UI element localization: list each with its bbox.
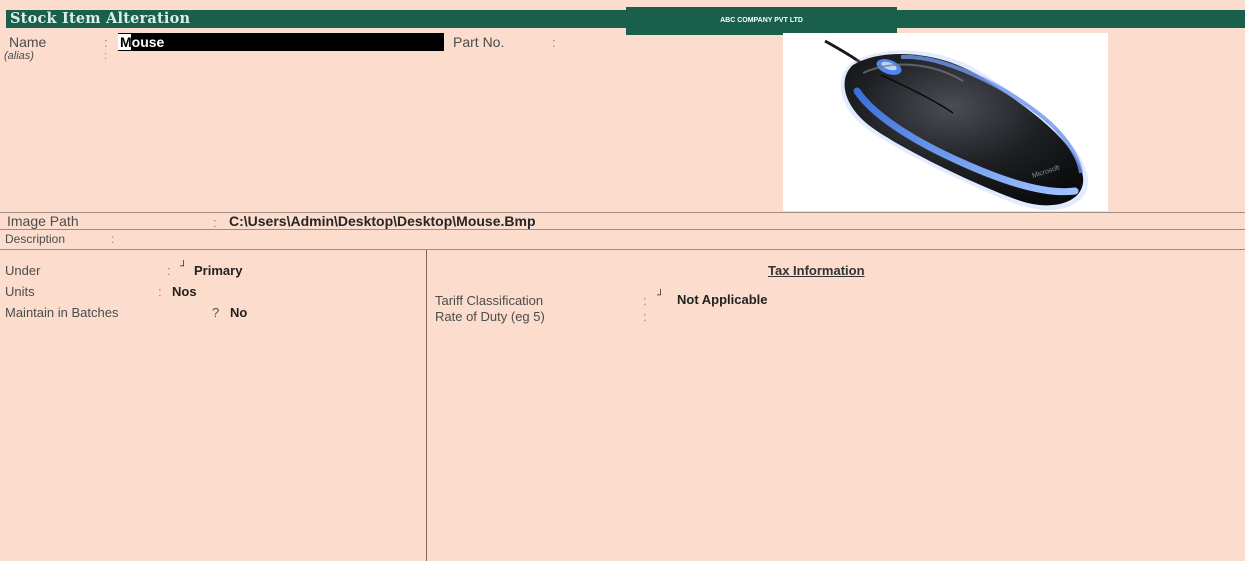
divider <box>0 212 1245 213</box>
description-label: Description <box>5 232 66 246</box>
name-input[interactable]: Mouse <box>118 33 444 51</box>
tax-information-header: Tax Information <box>768 263 865 278</box>
name-colon: : <box>104 35 108 50</box>
alias-label: (alias) <box>4 50 34 62</box>
description-colon: : <box>111 232 115 246</box>
divider <box>0 229 1245 230</box>
tariff-classification-value[interactable]: Not Applicable <box>677 292 768 307</box>
maintain-batches-label: Maintain in Batches <box>5 305 119 320</box>
name-value: Mouse <box>120 34 165 50</box>
rate-of-duty-input[interactable] <box>657 308 777 324</box>
alias-input[interactable] <box>118 51 444 66</box>
name-label: Name <box>9 34 47 50</box>
tariff-colon: : <box>643 293 647 308</box>
panel-divider <box>426 250 427 561</box>
under-value[interactable]: Primary <box>194 263 242 278</box>
maintain-batches-value[interactable]: No <box>230 305 247 320</box>
divider <box>0 249 1245 250</box>
item-image: Microsoft <box>783 33 1108 211</box>
return-arrow-icon: ┘ <box>180 261 188 272</box>
part-no-input[interactable] <box>562 34 762 51</box>
image-path-value[interactable]: C:\Users\Admin\Desktop\Desktop\Mouse.Bmp <box>229 213 536 229</box>
stock-item-alteration-screen: Stock Item Alteration ABC COMPANY PVT LT… <box>0 0 1245 561</box>
image-path-colon: : <box>213 215 217 230</box>
window-title: Stock Item Alteration <box>10 10 191 27</box>
image-path-label: Image Path <box>7 213 79 229</box>
under-label: Under <box>5 263 41 278</box>
description-input[interactable] <box>120 231 720 247</box>
rate-of-duty-colon: : <box>643 309 647 324</box>
part-no-colon: : <box>552 35 556 50</box>
units-value[interactable]: Nos <box>172 284 197 299</box>
rate-of-duty-label: Rate of Duty (eg 5) <box>435 309 545 324</box>
tariff-classification-label: Tariff Classification <box>435 293 544 308</box>
under-colon: : <box>167 263 171 278</box>
alias-colon: : <box>104 50 108 62</box>
return-arrow-icon: ┘ <box>657 290 665 301</box>
company-name: ABC COMPANY PVT LTD <box>626 7 897 35</box>
computer-mouse-icon: Microsoft <box>824 39 1089 210</box>
question-icon: ? <box>212 305 220 320</box>
units-colon: : <box>158 284 162 299</box>
units-label: Units <box>5 284 35 299</box>
part-no-label: Part No. <box>453 34 505 50</box>
